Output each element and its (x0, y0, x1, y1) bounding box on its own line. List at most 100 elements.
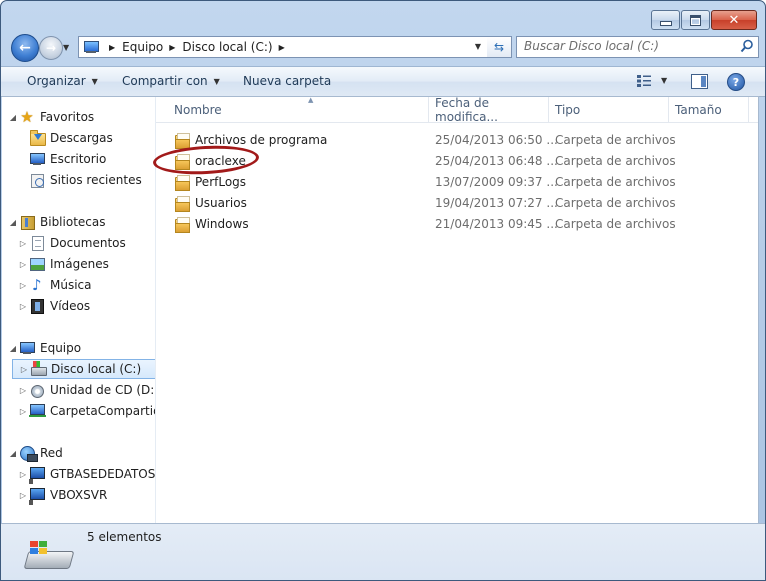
collapse-arrow-icon[interactable]: ◢ (9, 218, 17, 227)
collapse-arrow-icon[interactable]: ◢ (9, 113, 17, 122)
nav-favorites[interactable]: ◢ ★ Favoritos (9, 107, 155, 127)
file-row[interactable]: PerfLogs 13/07/2009 09:37 ... Carpeta de… (156, 171, 758, 192)
file-row[interactable]: Windows 21/04/2013 09:45 ... Carpeta de … (156, 213, 758, 234)
expand-arrow-icon[interactable]: ▷ (19, 386, 27, 395)
organize-label: Organizar (27, 74, 86, 88)
nav-computer-label: Equipo (40, 341, 82, 355)
nav-item-label: GTBASEDEDATOS (50, 467, 156, 481)
preview-pane-icon[interactable] (691, 74, 708, 89)
recent-places-icon (29, 172, 45, 188)
close-button[interactable]: ✕ (711, 10, 757, 30)
breadcrumb-chevron-icon[interactable]: ▶ (169, 43, 175, 52)
column-header-type-label: Tipo (555, 102, 581, 117)
file-name-cell[interactable]: Usuarios (174, 192, 247, 213)
desktop-icon (29, 151, 45, 167)
refresh-button[interactable]: ⇆ (487, 36, 512, 58)
nav-computer[interactable]: ◢ Equipo (9, 338, 155, 358)
expand-arrow-icon[interactable]: ▷ (20, 365, 28, 374)
shared-folder-icon (29, 403, 46, 419)
nav-item-vboxsvr[interactable]: ▷ VBOXSVR (19, 485, 155, 505)
column-header-type[interactable]: Tipo (549, 97, 669, 122)
address-bar[interactable]: ▶ Equipo ▶ Disco local (C:) ▶ ▼ (78, 36, 488, 58)
nav-item-sitios-recientes[interactable]: Sitios recientes (29, 170, 155, 190)
minimize-button[interactable] (651, 10, 680, 30)
file-date: 25/04/2013 06:48 ... (435, 153, 558, 168)
nav-libraries-label: Bibliotecas (40, 215, 106, 229)
content-area: ◢ ★ Favoritos Descargas Escritorio Sitio… (2, 96, 759, 524)
nav-item-label: Descargas (50, 131, 113, 145)
file-type: Carpeta de archivos (555, 132, 676, 147)
collapse-arrow-icon[interactable]: ◢ (9, 344, 17, 353)
expand-arrow-icon[interactable]: ▷ (19, 302, 27, 311)
column-header-date[interactable]: Fecha de modifica... (429, 95, 549, 124)
collapse-arrow-icon[interactable]: ◢ (9, 449, 17, 458)
folder-icon (174, 132, 190, 149)
minimize-icon (659, 20, 672, 26)
column-header-row: ▲ Nombre Fecha de modifica... Tipo Tamañ… (156, 95, 758, 124)
nav-item-musica[interactable]: ▷ ♪ Música (19, 275, 155, 295)
recent-pages-dropdown[interactable]: ▼ (63, 43, 69, 52)
network-icon (19, 445, 38, 462)
breadcrumb-chevron-icon[interactable]: ▶ (279, 43, 285, 52)
expand-arrow-icon[interactable]: ▷ (19, 281, 27, 290)
nav-item-label: Imágenes (50, 257, 109, 271)
nav-item-shared-folder[interactable]: ▷ CarpetaCompartida (19, 401, 155, 421)
local-disk-large-icon (23, 541, 75, 571)
search-input[interactable] (517, 37, 734, 55)
new-folder-button[interactable]: Nueva carpeta (243, 74, 331, 88)
file-row[interactable]: Usuarios 19/04/2013 07:27 ... Carpeta de… (156, 192, 758, 213)
chevron-down-icon: ▼ (91, 76, 98, 86)
nav-item-escritorio[interactable]: Escritorio (29, 149, 155, 169)
file-date: 21/04/2013 09:45 ... (435, 216, 558, 231)
breadcrumb-local-disk[interactable]: Disco local (C:) (182, 40, 272, 54)
address-dropdown-icon[interactable]: ▼ (475, 42, 481, 51)
share-with-menu[interactable]: Compartir con ▼ (122, 74, 220, 88)
command-bar: Organizar ▼ Compartir con ▼ Nueva carpeta … (1, 66, 765, 97)
nav-item-local-disk[interactable]: ▷ Disco local (C:) (12, 359, 155, 379)
computer-icon (83, 40, 99, 54)
file-type: Carpeta de archivos (555, 195, 676, 210)
expand-arrow-icon[interactable]: ▷ (19, 260, 27, 269)
nav-item-cd-drive[interactable]: ▷ Unidad de CD (D:) (19, 380, 156, 400)
nav-item-label: Música (50, 278, 92, 292)
expand-arrow-icon[interactable]: ▷ (19, 470, 27, 479)
search-box[interactable] (516, 36, 759, 58)
file-date: 19/04/2013 07:27 ... (435, 195, 558, 210)
help-icon[interactable]: ? (727, 73, 745, 91)
view-options-dropdown[interactable]: ▼ (661, 76, 667, 85)
nav-item-label: Unidad de CD (D:) (50, 383, 156, 397)
column-header-date-label: Fecha de modifica... (435, 95, 498, 124)
explorer-window: ✕ ← → ▼ ▶ Equipo ▶ Disco local (C:) ▶ ▼ … (0, 0, 766, 581)
file-row[interactable]: Archivos de programa 25/04/2013 06:50 ..… (156, 129, 758, 150)
sort-ascending-icon: ▲ (308, 96, 314, 104)
caption-buttons: ✕ (650, 10, 757, 30)
navigation-pane[interactable]: ◢ ★ Favoritos Descargas Escritorio Sitio… (2, 97, 156, 523)
nav-network[interactable]: ◢ Red (9, 443, 155, 463)
maximize-button[interactable] (681, 10, 710, 30)
column-header-name[interactable]: ▲ Nombre (168, 96, 429, 122)
breadcrumb-equipo[interactable]: Equipo (122, 40, 163, 54)
nav-item-label: Documentos (50, 236, 126, 250)
file-name-cell[interactable]: Windows (174, 213, 249, 234)
expand-arrow-icon[interactable]: ▷ (19, 491, 27, 500)
expand-arrow-icon[interactable]: ▷ (19, 407, 27, 416)
change-view-icon[interactable] (637, 75, 651, 87)
column-header-size[interactable]: Tamaño (669, 97, 749, 122)
expand-arrow-icon[interactable]: ▷ (19, 239, 27, 248)
nav-item-gtbasededatos[interactable]: ▷ GTBASEDEDATOS (19, 464, 156, 484)
computer-icon (19, 340, 35, 356)
local-disk-icon (30, 361, 47, 377)
organize-menu[interactable]: Organizar ▼ (27, 74, 98, 88)
file-name-cell[interactable]: PerfLogs (174, 171, 246, 192)
nav-item-imagenes[interactable]: ▷ Imágenes (19, 254, 155, 274)
nav-libraries[interactable]: ◢ Bibliotecas (9, 212, 155, 232)
forward-button[interactable]: → (39, 36, 63, 60)
videos-icon (29, 298, 45, 314)
search-icon[interactable] (740, 39, 754, 53)
back-button[interactable]: ← (11, 34, 39, 62)
breadcrumb-chevron-icon[interactable]: ▶ (109, 43, 115, 52)
nav-item-videos[interactable]: ▷ Vídeos (19, 296, 155, 316)
nav-item-descargas[interactable]: Descargas (29, 128, 155, 148)
file-type: Carpeta de archivos (555, 216, 676, 231)
nav-item-documentos[interactable]: ▷ Documentos (19, 233, 155, 253)
